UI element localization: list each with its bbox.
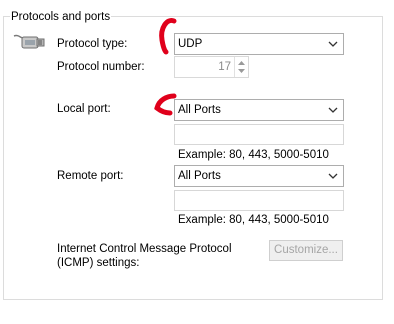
- local-port-example: Example: 80, 443, 5000-5010: [178, 149, 329, 161]
- local-port-value: All Ports: [178, 104, 221, 116]
- remote-port-value: All Ports: [178, 170, 221, 182]
- protocol-type-value: UDP: [178, 38, 203, 50]
- spin-arrows-icon[interactable]: [234, 57, 248, 77]
- remote-port-dropdown[interactable]: All Ports: [174, 165, 344, 187]
- local-port-input[interactable]: [174, 124, 344, 145]
- local-port-label: Local port:: [57, 103, 111, 115]
- remote-port-example: Example: 80, 443, 5000-5010: [178, 214, 329, 226]
- protocol-type-dropdown[interactable]: UDP: [174, 33, 344, 55]
- customize-button[interactable]: Customize...: [269, 240, 343, 261]
- spin-up-icon[interactable]: [238, 60, 245, 65]
- protocol-number-spinbox[interactable]: 17: [174, 56, 249, 78]
- chevron-down-icon: [328, 173, 338, 179]
- remote-port-label: Remote port:: [57, 170, 124, 182]
- chevron-down-icon: [328, 41, 338, 47]
- group-title: Protocols and ports: [10, 10, 112, 24]
- protocol-number-value: 17: [218, 61, 231, 73]
- chevron-down-icon: [328, 107, 338, 113]
- icmp-label-line1: Internet Control Message Protocol: [57, 243, 232, 255]
- local-port-dropdown[interactable]: All Ports: [174, 99, 344, 121]
- protocol-type-label: Protocol type:: [57, 38, 128, 50]
- remote-port-input[interactable]: [174, 190, 344, 211]
- protocol-number-label: Protocol number:: [57, 61, 145, 73]
- spin-down-icon[interactable]: [238, 69, 245, 74]
- icmp-label-line2: (ICMP) settings:: [57, 257, 140, 269]
